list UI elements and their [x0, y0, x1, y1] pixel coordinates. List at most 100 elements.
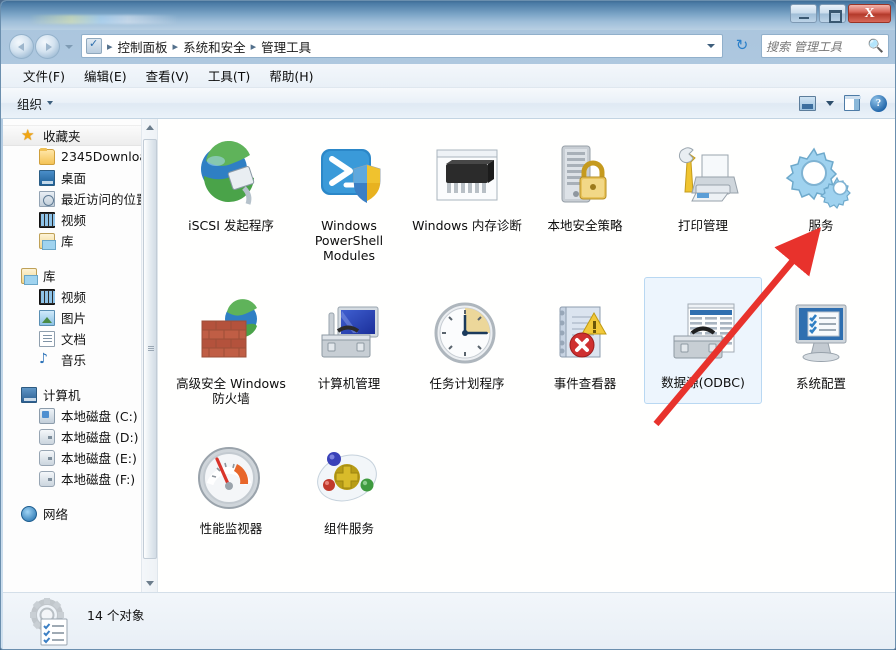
file-item-服务[interactable]: 服务 — [762, 121, 880, 233]
file-item-组件服务[interactable]: 组件服务 — [290, 424, 408, 536]
menu-file[interactable]: 文件(F) — [15, 63, 73, 88]
nav-item-视频[interactable]: 视频 — [3, 209, 157, 230]
organize-button[interactable]: 组织 — [11, 91, 59, 116]
file-item-任务计划程序[interactable]: 任务计划程序 — [408, 279, 526, 391]
menu-edit[interactable]: 编辑(E) — [76, 63, 135, 88]
file-item-iSCSI 发起程序[interactable]: iSCSI 发起程序 — [172, 121, 290, 233]
file-item-label: 计算机管理 — [317, 376, 381, 391]
file-item-计算机管理[interactable]: 计算机管理 — [290, 279, 408, 391]
breadcrumb-system-and-security[interactable]: 系统和安全 — [180, 36, 249, 57]
file-item-label: 系统配置 — [795, 376, 846, 391]
help-icon[interactable]: ? — [870, 94, 887, 112]
menu-bar: 文件(F) 编辑(E) 查看(V) 工具(T) 帮助(H) — [1, 63, 895, 88]
file-item-系统配置[interactable]: 系统配置 — [762, 279, 880, 391]
powershell-modules-icon — [290, 121, 408, 215]
file-item-本地安全策略[interactable]: 本地安全策略 — [526, 121, 644, 233]
nav-group-label: 计算机 — [43, 388, 81, 403]
component-services-icon — [290, 424, 408, 518]
nav-item-label: 视频 — [61, 213, 87, 228]
maximize-button[interactable] — [819, 4, 846, 23]
nav-item-本地磁盘 (F:)[interactable]: 本地磁盘 (F:) — [3, 468, 157, 489]
chevron-down-icon — [47, 101, 54, 105]
performance-monitor-icon — [172, 424, 290, 518]
nav-item-文档[interactable]: 文档 — [3, 328, 157, 349]
nav-item-2345Downloads[interactable]: 2345Downloads — [3, 146, 157, 167]
nav-group-gap — [3, 370, 157, 384]
nav-item-本地磁盘 (C:)[interactable]: 本地磁盘 (C:) — [3, 405, 157, 426]
navigation-pane: ★ 收藏夹 2345Downloads 桌面 最近访问的位置 视频库库视频 图片 文档 ♪ 音乐计… — [3, 119, 158, 592]
item-count-label: 14 个对象 — [87, 608, 145, 623]
drive-icon — [39, 470, 55, 487]
menu-help[interactable]: 帮助(H) — [261, 63, 321, 88]
network-icon — [21, 505, 37, 522]
file-item-事件查看器[interactable]: 事件查看器 — [526, 279, 644, 391]
nav-item-视频[interactable]: 视频 — [3, 286, 157, 307]
video-icon — [39, 288, 55, 305]
nav-item-图片[interactable]: 图片 — [3, 307, 157, 328]
file-item-数据源(ODBC)[interactable]: 数据源(ODBC) — [644, 277, 762, 404]
scroll-up-icon[interactable] — [142, 119, 157, 136]
nav-item-label: 图片 — [61, 311, 87, 326]
nav-item-本地磁盘 (E:)[interactable]: 本地磁盘 (E:) — [3, 447, 157, 468]
search-input[interactable]: 搜索 管理工具 🔍 — [761, 34, 889, 58]
menu-tools[interactable]: 工具(T) — [200, 63, 258, 88]
breadcrumb-administrative-tools[interactable]: 管理工具 — [258, 36, 314, 57]
print-management-icon — [644, 121, 762, 215]
nav-group-label: 库 — [43, 269, 56, 284]
nav-group-收藏夹[interactable]: ★ 收藏夹 — [3, 125, 157, 146]
file-item-性能监视器[interactable]: 性能监视器 — [172, 424, 290, 536]
nav-item-label: 本地磁盘 (F:) — [61, 472, 136, 487]
file-item-打印管理[interactable]: 打印管理 — [644, 121, 762, 233]
window-controls: X — [790, 4, 891, 23]
explorer-window: X ▸ 控制面板 ▸ 系统和安全 ▸ 管理工具 ↻ 搜索 管理工具 🔍 文件(F… — [0, 0, 896, 650]
star-icon: ★ — [21, 125, 35, 144]
view-chevron-down-icon[interactable] — [826, 100, 834, 106]
nav-item-库[interactable]: 库 — [3, 230, 157, 251]
preview-pane-icon[interactable] — [844, 95, 861, 111]
nav-item-label: 文档 — [61, 332, 87, 347]
nav-group-计算机[interactable]: 计算机 — [3, 384, 157, 405]
file-item-label: Windows PowerShell Modules — [314, 218, 384, 263]
nav-item-音乐[interactable]: ♪ 音乐 — [3, 349, 157, 370]
file-item-label: 组件服务 — [323, 521, 374, 536]
recent-pages-chevron-icon[interactable] — [65, 44, 73, 49]
command-bar: 组织 ? — [1, 88, 895, 119]
recent-places-icon — [39, 190, 55, 207]
system-drive-icon — [39, 407, 55, 424]
nav-group-网络[interactable]: 网络 — [3, 503, 157, 524]
computer-icon — [21, 386, 37, 403]
scrollbar-thumb[interactable] — [143, 139, 157, 559]
documents-icon — [39, 330, 55, 347]
refresh-icon[interactable]: ↻ — [729, 34, 755, 58]
navigation-tree: ★ 收藏夹 2345Downloads 桌面 最近访问的位置 视频库库视频 图片 文档 ♪ 音乐计… — [3, 119, 157, 524]
nav-group-label: 收藏夹 — [43, 129, 81, 144]
address-bar-row: ▸ 控制面板 ▸ 系统和安全 ▸ 管理工具 ↻ 搜索 管理工具 🔍 — [1, 30, 895, 64]
title-text — [29, 15, 179, 24]
close-button[interactable]: X — [848, 4, 891, 23]
file-item-label: 服务 — [808, 218, 834, 233]
nav-item-本地磁盘 (D:)[interactable]: 本地磁盘 (D:) — [3, 426, 157, 447]
address-dropdown-chevron-icon[interactable] — [707, 44, 715, 48]
drive-icon — [39, 428, 55, 445]
view-icon[interactable] — [799, 95, 816, 111]
minimize-button[interactable] — [790, 4, 817, 23]
scroll-down-icon[interactable] — [142, 575, 157, 592]
library-icon — [39, 232, 56, 250]
nav-item-label: 本地磁盘 (D:) — [61, 430, 139, 445]
forward-button[interactable] — [35, 34, 60, 59]
navigation-scrollbar[interactable] — [141, 119, 157, 592]
file-item-label: 性能监视器 — [199, 521, 263, 536]
nav-item-桌面[interactable]: 桌面 — [3, 167, 157, 188]
breadcrumb-control-panel[interactable]: 控制面板 — [115, 36, 171, 57]
nav-item-最近访问的位置[interactable]: 最近访问的位置 — [3, 188, 157, 209]
address-bar[interactable]: ▸ 控制面板 ▸ 系统和安全 ▸ 管理工具 — [81, 34, 723, 58]
file-list-pane[interactable]: iSCSI 发起程序 Windows PowerShell Modules Wi… — [158, 119, 895, 592]
file-item-高级安全 Windows 防火墙[interactable]: 高级安全 Windows 防火墙 — [172, 279, 290, 406]
file-item-Windows 内存诊断[interactable]: Windows 内存诊断 — [408, 121, 526, 233]
nav-group-gap — [3, 251, 157, 265]
file-item-Windows PowerShell Modules[interactable]: Windows PowerShell Modules — [290, 121, 408, 263]
back-button[interactable] — [9, 34, 34, 59]
content-area: ★ 收藏夹 2345Downloads 桌面 最近访问的位置 视频库库视频 图片 文档 ♪ 音乐计… — [3, 119, 895, 592]
menu-view[interactable]: 查看(V) — [138, 63, 197, 88]
nav-group-库[interactable]: 库 — [3, 265, 157, 286]
